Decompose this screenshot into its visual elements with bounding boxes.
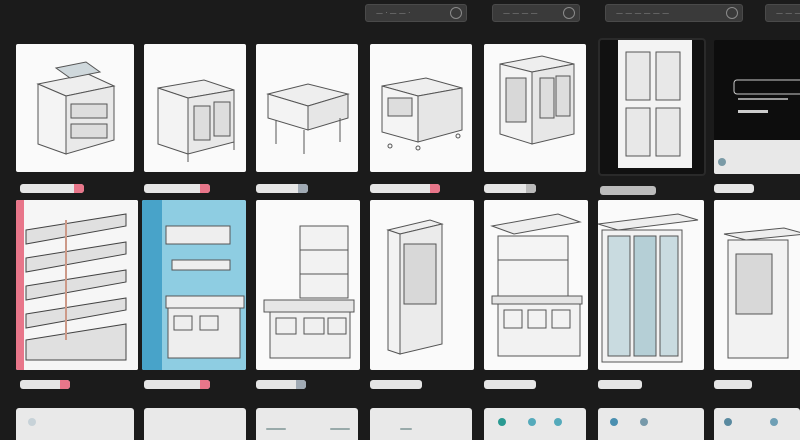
thumbnail-icon (724, 418, 732, 426)
thumbnail-icon (498, 418, 506, 426)
result-tile-19[interactable] (484, 408, 586, 440)
cabinet-drawing (723, 227, 800, 359)
caption-13[interactable] (598, 380, 642, 389)
cabinet-drawing (499, 55, 575, 145)
caption-6[interactable] (600, 186, 656, 195)
thumbnail-icon (28, 418, 36, 426)
label-bar (330, 428, 350, 430)
price-tag (200, 380, 210, 389)
thumbnail-icon (528, 418, 536, 426)
caption-7[interactable] (714, 184, 754, 193)
caption-14[interactable] (714, 380, 752, 389)
results-grid (0, 0, 800, 440)
price-tag (200, 184, 210, 193)
caption-3[interactable] (256, 184, 308, 193)
hutch-drawing (263, 225, 355, 359)
cabinet-drawing (618, 40, 692, 168)
result-tile-10[interactable] (256, 200, 360, 370)
caption-5[interactable] (484, 184, 536, 193)
tall-cabinet-drawing (386, 219, 444, 355)
caption-10[interactable] (256, 380, 306, 389)
price-tag (74, 184, 84, 193)
label-bar (266, 428, 286, 430)
caption-1[interactable] (20, 184, 84, 193)
thumbnail-icon (640, 418, 648, 426)
price-tag (526, 184, 536, 193)
document-preview (714, 79, 800, 174)
caption-9[interactable] (144, 380, 210, 389)
result-tile-9[interactable] (142, 200, 246, 370)
caption-11[interactable] (370, 380, 422, 389)
price-tag (298, 184, 308, 193)
cabinet-drawing (36, 61, 116, 155)
price-tag (60, 380, 70, 389)
result-tile-5[interactable] (484, 44, 586, 172)
thumbnail-icon (770, 418, 778, 426)
caption-2[interactable] (144, 184, 210, 193)
buffet-hutch-drawing (490, 213, 583, 357)
result-tile-18[interactable] (370, 408, 472, 440)
result-tile-13[interactable] (598, 200, 704, 370)
result-tile-12[interactable] (484, 200, 588, 370)
result-tile-14[interactable] (714, 200, 800, 370)
thumbnail-icon (554, 418, 562, 426)
result-tile-8[interactable] (16, 200, 138, 370)
kitchen-cabinet-photo (142, 200, 246, 370)
result-tile-2[interactable] (144, 44, 246, 172)
caption-12[interactable] (484, 380, 536, 389)
thumbnail-icon (610, 418, 618, 426)
price-tag (430, 184, 440, 193)
label-bar (400, 428, 412, 430)
caption-8[interactable] (20, 380, 70, 389)
result-tile-21[interactable] (714, 408, 800, 440)
result-tile-7[interactable] (714, 40, 800, 174)
cabinet-drawing (157, 79, 235, 162)
glass-cabinet-drawing (598, 213, 699, 363)
result-tile-20[interactable] (598, 408, 704, 440)
result-tile-11[interactable] (370, 200, 474, 370)
result-tile-3[interactable] (256, 44, 358, 172)
price-tag (296, 380, 306, 389)
shelving-unit-drawing (16, 200, 138, 370)
result-tile-6[interactable] (598, 38, 706, 176)
result-tile-15[interactable] (16, 408, 134, 440)
caption-4[interactable] (370, 184, 440, 193)
result-tile-17[interactable] (256, 408, 358, 440)
result-tile-4[interactable] (370, 44, 472, 172)
result-tile-16[interactable] (144, 408, 246, 440)
cabinet-drawing (266, 83, 350, 154)
result-tile-1[interactable] (16, 44, 134, 172)
cabinet-drawing (381, 77, 463, 151)
